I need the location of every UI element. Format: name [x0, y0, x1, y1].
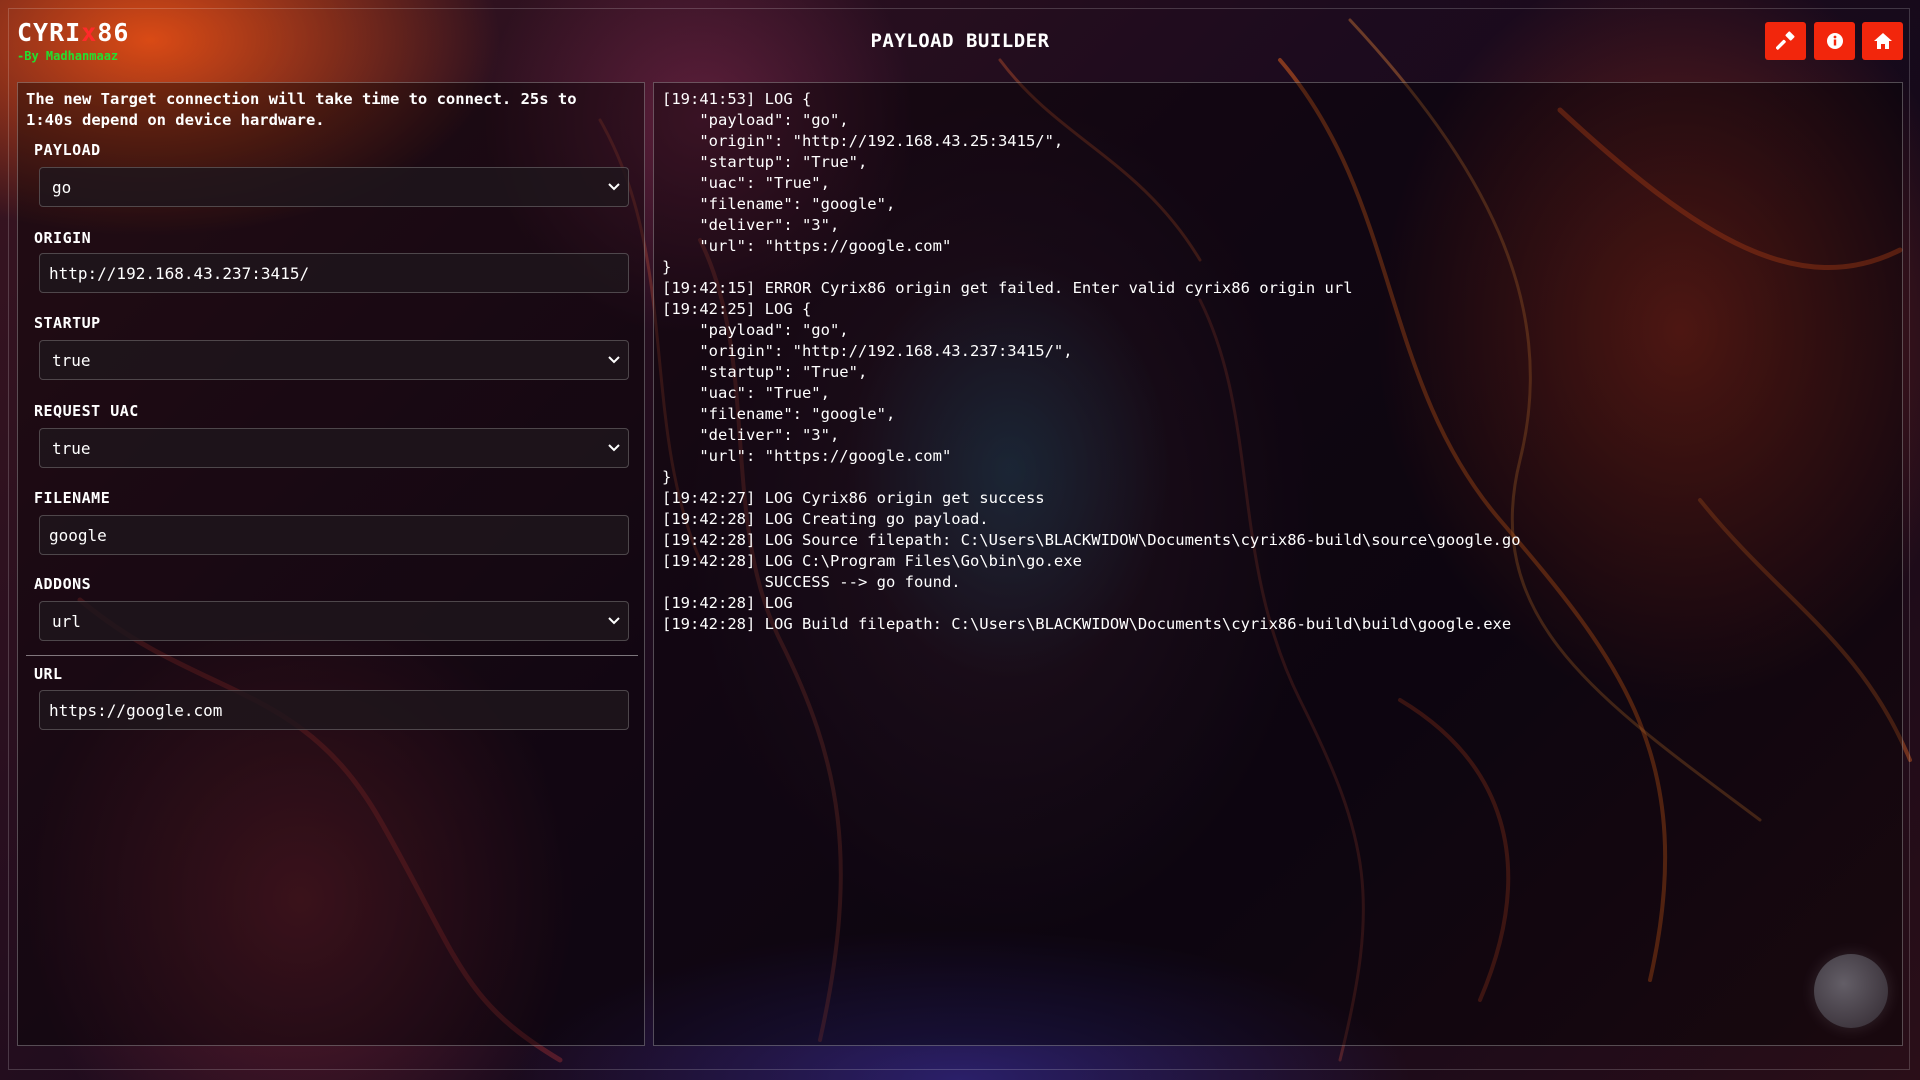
log-line: "url": "https://google.com": [662, 237, 952, 255]
addons-value: url: [52, 611, 81, 631]
uac-label: REQUEST UAC: [34, 402, 139, 420]
connection-notice: The new Target connection will take time…: [26, 90, 577, 129]
log-line: }: [662, 258, 672, 276]
log-line: SUCCESS --> go found.: [662, 573, 961, 591]
log-line: [19:42:28] LOG Source filepath: C:\Users…: [662, 531, 1521, 549]
log-line: "payload": "go",: [662, 321, 849, 339]
startup-value: true: [52, 350, 91, 370]
header: CYRIx86 -By Madhanmaaz PAYLOAD BUILDER: [0, 0, 1920, 80]
floating-action-button[interactable]: [1814, 954, 1888, 1028]
payload-value: go: [52, 177, 72, 197]
filename-label: FILENAME: [34, 489, 111, 507]
url-input[interactable]: https://google.com: [39, 690, 629, 730]
log-line: "deliver": "3",: [662, 426, 840, 444]
filename-input[interactable]: google: [39, 515, 629, 555]
uac-value: true: [52, 438, 91, 458]
log-console-panel: [19:41:53] LOG { "payload": "go", "origi…: [653, 82, 1903, 1046]
chevron-down-icon: [608, 617, 620, 625]
chevron-down-icon: [608, 183, 620, 191]
startup-select[interactable]: true: [39, 340, 629, 380]
log-line: "uac": "True",: [662, 384, 830, 402]
log-line: [19:42:27] LOG Cyrix86 origin get succes…: [662, 489, 1045, 507]
log-line: "filename": "google",: [662, 405, 896, 423]
log-output: [19:41:53] LOG { "payload": "go", "origi…: [662, 89, 1521, 635]
log-line: "uac": "True",: [662, 174, 830, 192]
url-label: URL: [34, 665, 63, 683]
log-line: [19:42:28] LOG: [662, 594, 793, 612]
log-line: "filename": "google",: [662, 195, 896, 213]
log-line: [19:41:53] LOG {: [662, 90, 812, 108]
log-line: "startup": "True",: [662, 363, 868, 381]
url-value: https://google.com: [49, 700, 223, 720]
origin-value: http://192.168.43.237:3415/: [49, 263, 310, 283]
log-line: "payload": "go",: [662, 111, 849, 129]
log-line: [19:42:28] LOG Creating go payload.: [662, 510, 989, 528]
hammer-icon: [1775, 31, 1795, 50]
startup-label: STARTUP: [34, 314, 101, 332]
log-line: [19:42:15] ERROR Cyrix86 origin get fail…: [662, 279, 1353, 297]
log-line: "deliver": "3",: [662, 216, 840, 234]
origin-label: ORIGIN: [34, 229, 92, 247]
home-button[interactable]: [1862, 22, 1903, 60]
uac-select[interactable]: true: [39, 428, 629, 468]
log-line: "origin": "http://192.168.43.237:3415/",: [662, 342, 1073, 360]
payload-label: PAYLOAD: [34, 141, 101, 159]
addons-select[interactable]: url: [39, 601, 629, 641]
builder-form-panel: The new Target connection will take time…: [17, 82, 645, 1046]
log-line: "origin": "http://192.168.43.25:3415/",: [662, 132, 1064, 150]
home-icon: [1873, 33, 1892, 49]
build-button[interactable]: [1765, 22, 1806, 60]
page-title: PAYLOAD BUILDER: [870, 30, 1050, 52]
chevron-down-icon: [608, 356, 620, 364]
log-line: [19:42:28] LOG C:\Program Files\Go\bin\g…: [662, 552, 1082, 570]
chevron-down-icon: [608, 444, 620, 452]
addons-divider: [26, 655, 638, 656]
log-line: [19:42:25] LOG {: [662, 300, 812, 318]
origin-input[interactable]: http://192.168.43.237:3415/: [39, 253, 629, 293]
addons-label: ADDONS: [34, 575, 92, 593]
log-line: "url": "https://google.com": [662, 447, 952, 465]
payload-select[interactable]: go: [39, 167, 629, 207]
filename-value: google: [49, 525, 107, 545]
log-line: [19:42:28] LOG Build filepath: C:\Users\…: [662, 615, 1512, 633]
log-line: }: [662, 468, 672, 486]
info-icon: [1826, 33, 1843, 49]
log-line: "startup": "True",: [662, 153, 868, 171]
info-button[interactable]: [1814, 22, 1855, 60]
